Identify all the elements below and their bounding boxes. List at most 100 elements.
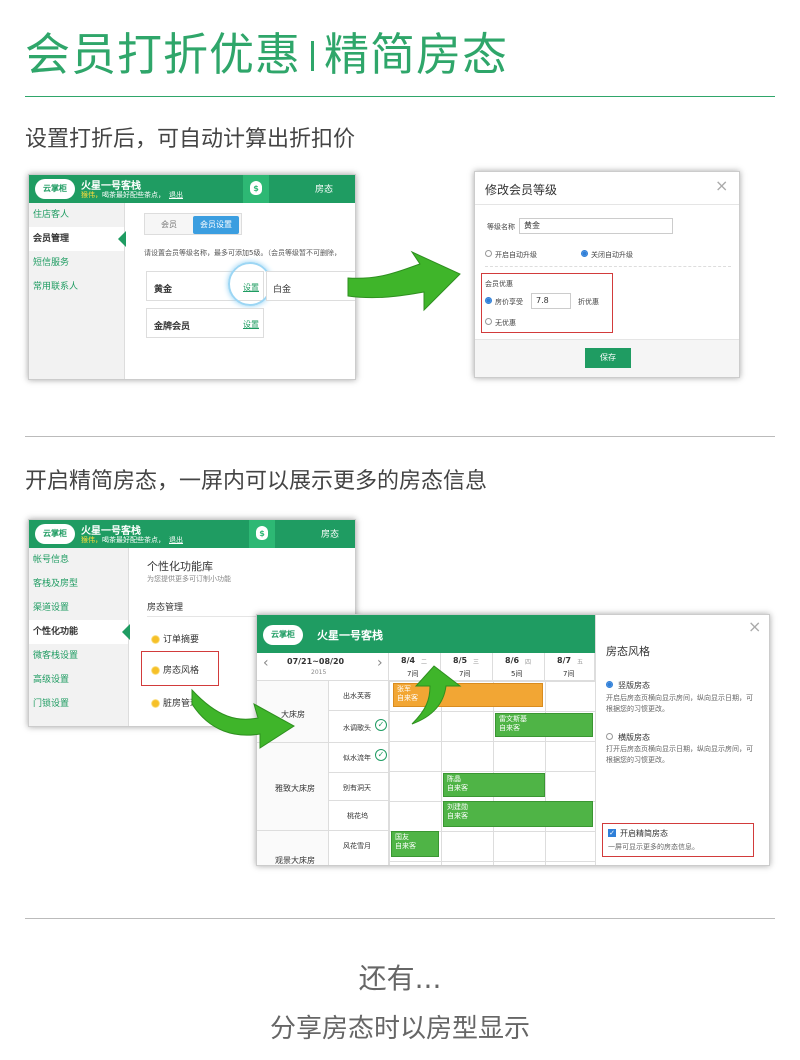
- weekday: 五: [577, 659, 584, 666]
- room-name: 风花雪月: [343, 842, 371, 850]
- feature-library-title: 个性化功能库: [147, 560, 213, 573]
- no-discount-label: 无优惠: [495, 319, 516, 327]
- feature-label: 订单摘要: [163, 635, 200, 645]
- room-name-cell: 似水流年 ✓: [329, 743, 389, 773]
- option-title: 竖版房态: [618, 681, 650, 690]
- tab-members[interactable]: 会员: [147, 216, 191, 234]
- goldmember-settings-link[interactable]: 设置: [243, 319, 259, 330]
- close-icon[interactable]: ×: [748, 617, 761, 636]
- option-desc: 打开后房态页横向显示日期，纵向显示房间，可根据您的习惯更改。: [606, 745, 753, 764]
- room-status-tab[interactable]: 房态: [321, 527, 339, 540]
- booking-block[interactable]: 国友 自来客: [391, 831, 439, 857]
- save-button[interactable]: 保存: [585, 348, 631, 368]
- prev-chevron-icon[interactable]: ‹: [263, 655, 269, 671]
- room-type: 观景大床房: [275, 856, 315, 865]
- room-count: 5间: [511, 670, 523, 678]
- checkbox-simple-mode[interactable]: ✓: [608, 829, 616, 837]
- date-range-cell: ‹ 07/21~08/20 2015 ›: [257, 653, 389, 681]
- booking-block[interactable]: 刘建勋 自来客: [443, 801, 593, 827]
- next-chevron-icon[interactable]: ›: [377, 655, 383, 671]
- edit-level-modal: 修改会员等级 × 等级名称 黄金 开启自动升级 关闭自动升级 会员优惠 房价享受…: [474, 171, 740, 378]
- weekday: 四: [525, 659, 532, 666]
- booking-block[interactable]: 陈晶 自来客: [443, 773, 545, 797]
- modal-title: 修改会员等级: [485, 183, 558, 197]
- radio-auto-upgrade-off[interactable]: [581, 250, 588, 257]
- sidebar-item-sms[interactable]: 短信服务: [29, 251, 124, 275]
- logout-link[interactable]: 退出: [169, 191, 183, 199]
- app-header: 云掌柜 火星一号客栈 猴伟，喝茶最好配些茶点， 退出 $ 房态: [29, 520, 355, 548]
- sun-icon: [151, 635, 160, 644]
- member-settings-screenshot: 云掌柜 火星一号客栈 猴伟，喝茶最好配些茶点， 退出 $ 房态 住店客人 会员管理…: [28, 174, 356, 380]
- arrow-up-icon: [411, 665, 462, 725]
- option-title: 横版房态: [618, 733, 650, 742]
- discount-section-title: 会员优惠: [485, 280, 513, 288]
- broom-icon[interactable]: ✓: [375, 719, 387, 731]
- user-name: 猴伟，: [81, 536, 102, 544]
- sidebar-item-guests[interactable]: 住店客人: [29, 203, 124, 227]
- money-button[interactable]: $: [243, 175, 269, 203]
- section2-heading: 开启精简房态，一屏内可以展示更多的房态信息: [25, 469, 488, 494]
- radio-vertical-style[interactable]: [606, 681, 613, 688]
- tab-member-settings[interactable]: 会员设置: [193, 216, 239, 234]
- sidebar: 住店客人 会员管理 短信服务 常用联系人: [29, 203, 126, 379]
- footer-more: 还有...: [358, 962, 442, 995]
- feature-library-subtitle: 为您提供更多可订制小功能: [147, 575, 231, 583]
- close-icon[interactable]: ×: [715, 176, 728, 195]
- level-name-label: 等级名称: [487, 223, 515, 231]
- radio-horizontal-style[interactable]: [606, 733, 613, 740]
- feature-label: 房态风格: [163, 666, 200, 676]
- broom-icon[interactable]: ✓: [375, 749, 387, 761]
- sidebar-item-advanced[interactable]: 高级设置: [29, 668, 128, 692]
- feature-order-summary[interactable]: 订单摘要: [151, 632, 199, 645]
- booking-block[interactable]: 雷文斯基 自来客: [495, 713, 593, 737]
- level-name-input[interactable]: 黄金: [519, 218, 673, 234]
- sun-icon: [151, 699, 160, 708]
- divider-1: [25, 436, 775, 437]
- radio-no-discount[interactable]: [485, 318, 492, 325]
- radio-auto-upgrade-on[interactable]: [485, 250, 492, 257]
- room-name-cell: 桃花坞: [329, 801, 389, 831]
- hotel-name: 火星一号客栈: [317, 629, 383, 642]
- discount-label: 房价享受: [495, 298, 523, 306]
- feature-room-style[interactable]: 房态风格: [151, 663, 199, 676]
- app-logo: 云掌柜: [263, 625, 303, 645]
- discount-input[interactable]: 7.8: [531, 293, 571, 309]
- room-count: 7间: [563, 670, 575, 678]
- booking-source: 自来客: [395, 842, 416, 850]
- room-mgmt-section: 房态管理: [147, 603, 184, 613]
- header-subtitle: 猴伟，喝茶最好配些茶点， 退出: [81, 190, 183, 200]
- sidebar-item-account[interactable]: 帐号信息: [29, 548, 128, 572]
- sidebar-item-members[interactable]: 会员管理: [29, 227, 126, 251]
- sidebar-item-rooms[interactable]: 客栈及房型: [29, 572, 128, 596]
- money-bag-icon: $: [250, 181, 262, 195]
- logout-link[interactable]: 退出: [169, 536, 183, 544]
- room-type-cell: 雅致大床房: [257, 743, 329, 831]
- room-status-tab[interactable]: 房态: [315, 182, 333, 195]
- greeting: 喝茶最好配些茶点，: [102, 536, 165, 544]
- money-button[interactable]: $: [249, 520, 275, 548]
- date: 8/7: [557, 656, 572, 665]
- sidebar-item-microsite[interactable]: 微客栈设置: [29, 644, 128, 668]
- room-name-cell: 水调歌头 ✓: [329, 711, 389, 743]
- sidebar-item-locks[interactable]: 门锁设置: [29, 692, 128, 716]
- sidebar-item-contacts[interactable]: 常用联系人: [29, 275, 124, 299]
- level-name: 金牌会员: [154, 322, 191, 332]
- discount-unit: 折优惠: [578, 298, 599, 306]
- sidebar: 帐号信息 客栈及房型 渠道设置 个性化功能 微客栈设置 高级设置 门锁设置: [29, 548, 130, 726]
- room-name: 桃花坞: [347, 812, 368, 820]
- sidebar-item-personalize[interactable]: 个性化功能: [29, 620, 130, 644]
- sidebar-item-channels[interactable]: 渠道设置: [29, 596, 128, 620]
- guest-name: 陈晶: [447, 775, 461, 783]
- date-header: 8/7 五 7间: [545, 653, 595, 681]
- greeting: 喝茶最好配些茶点，: [102, 191, 165, 199]
- arrow-down-right-icon: [191, 688, 295, 749]
- date-range: 07/21~08/20: [287, 657, 345, 666]
- footer-share: 分享房态时以房型显示: [269, 1014, 530, 1044]
- guest-name: 国友: [395, 833, 409, 841]
- section1-heading: 设置打折后，可自动计算出折扣价: [25, 127, 356, 152]
- simple-mode-title: 开启精简房态: [620, 829, 668, 838]
- sun-icon: [151, 666, 160, 675]
- page-title: 会员打折优惠 精简房态: [25, 18, 508, 83]
- radio-discount[interactable]: [485, 297, 492, 304]
- room-name: 出水芙蓉: [343, 692, 371, 700]
